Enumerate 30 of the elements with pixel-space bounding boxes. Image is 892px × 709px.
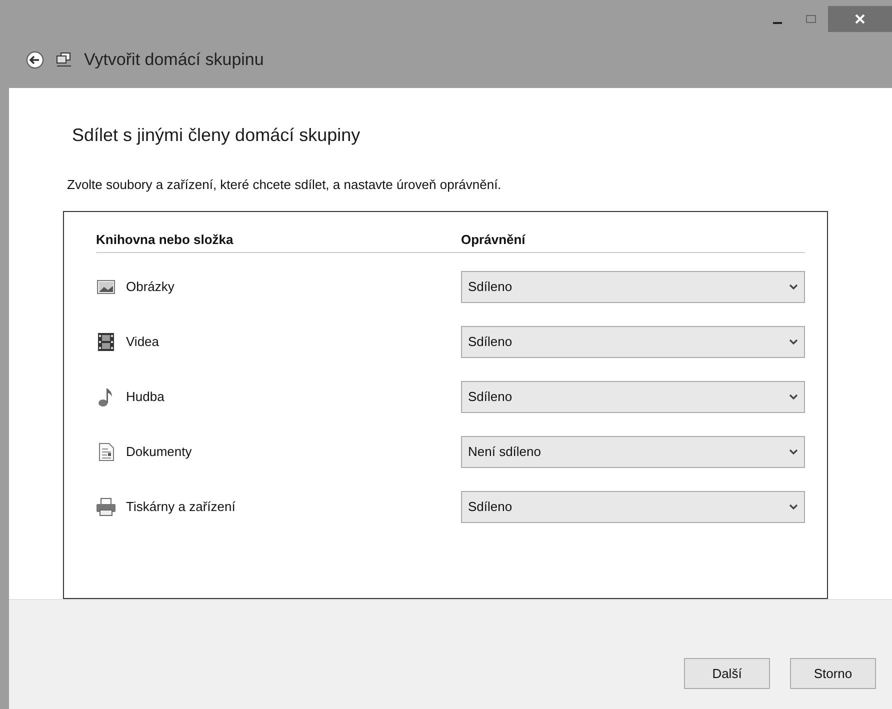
- library-name: Dokumenty: [126, 442, 193, 461]
- permission-dropdown[interactable]: Není sdíleno: [461, 436, 805, 468]
- window-title: Vytvořit domácí skupinu: [84, 49, 264, 71]
- permission-dropdown[interactable]: Sdíleno: [461, 380, 805, 412]
- permission-dropdown[interactable]: Sdíleno: [461, 326, 805, 358]
- film-icon: [98, 332, 114, 350]
- page-heading: Sdílet s jinými členy domácí skupiny: [72, 124, 362, 147]
- dialog-button[interactable]: Storno: [790, 658, 876, 689]
- chevron-down-icon: [789, 504, 798, 510]
- close-button[interactable]: [828, 6, 892, 32]
- document-icon: [98, 442, 114, 460]
- library-name: Tiskárny a zařízení: [126, 498, 236, 516]
- dialog-button[interactable]: Další: [684, 658, 770, 689]
- chevron-down-icon: [789, 394, 798, 400]
- column-header: Knihovna nebo složka: [96, 231, 234, 249]
- chevron-down-icon: [789, 284, 798, 290]
- network-computers-icon: [56, 52, 72, 68]
- chevron-down-icon: [789, 448, 798, 454]
- library-name: Videa: [126, 332, 160, 351]
- column-header: Oprávnění: [461, 231, 526, 249]
- library-name: Obrázky: [126, 278, 176, 296]
- picture-icon: [97, 280, 115, 294]
- music-note-icon: [98, 386, 114, 406]
- permission-dropdown[interactable]: Sdíleno: [461, 490, 805, 522]
- permission-dropdown[interactable]: Sdíleno: [461, 270, 805, 302]
- close-icon: [855, 14, 865, 24]
- chevron-down-icon: [789, 338, 798, 344]
- printer-icon: [96, 498, 116, 516]
- instruction-text: Zvolte soubory a zařízení, které chcete sdílet, a nastavte úroveň oprávnění.: [67, 176, 502, 194]
- library-name: Hudba: [126, 388, 166, 406]
